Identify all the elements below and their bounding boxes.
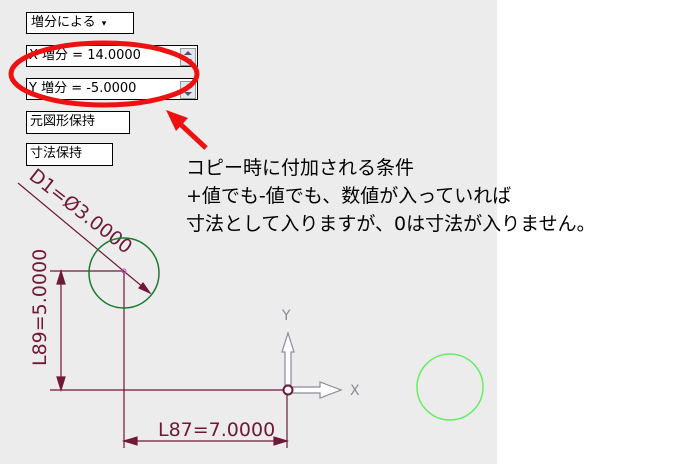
highlight-ellipse (8, 40, 200, 108)
diameter-label[interactable]: D1=Ø3.0000 (25, 165, 136, 259)
origin-marker (282, 384, 294, 396)
callout-line-3: 寸法として入りますが、0は寸法が入りません。 (186, 213, 596, 235)
callout-note: コピー時に付加される条件 +値でも-値でも、数値が入っていれば 寸法として入りま… (186, 154, 596, 238)
axis-y-label: Y (281, 308, 291, 324)
x-axis-arrow (291, 381, 343, 399)
callout-line-1: コピー時に付加される条件 (186, 157, 415, 179)
vertical-dim-label[interactable]: L89=5.0000 (29, 249, 51, 366)
vdim-arrow-top (56, 268, 66, 285)
y-axis-arrow (281, 331, 295, 386)
axis-x-label: X (350, 383, 360, 399)
callout-line-2: +値でも-値でも、数値が入っていれば (186, 185, 512, 207)
vdim-arrow-bottom (56, 376, 66, 393)
hdim-arrow-left (121, 436, 138, 446)
hdim-arrow-right (273, 436, 290, 446)
copied-circle[interactable] (416, 353, 484, 421)
horizontal-dim-label[interactable]: L87=7.0000 (158, 419, 275, 441)
